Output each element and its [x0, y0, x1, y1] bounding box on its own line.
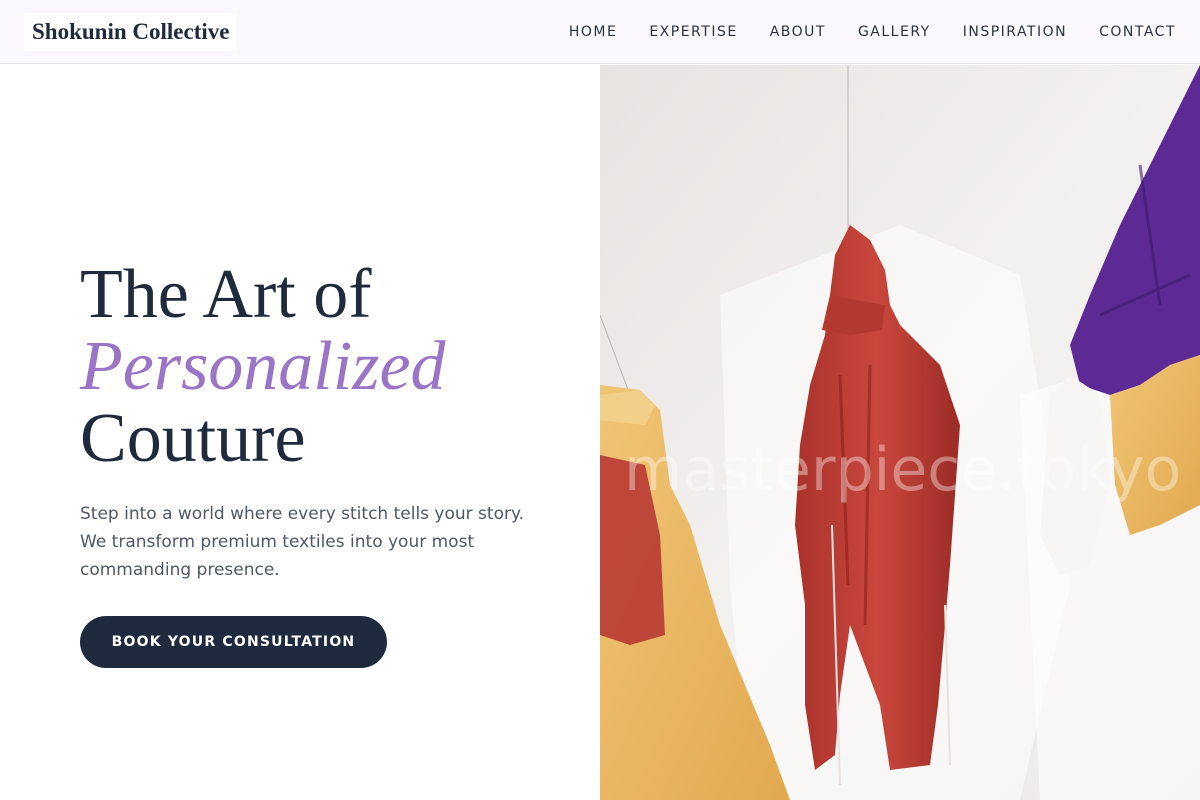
hero-text-section: The Art of Personalized Couture Step int… [0, 65, 600, 800]
nav-gallery[interactable]: GALLERY [858, 24, 931, 40]
hero-intro-text: Step into a world where every stitch tel… [80, 504, 525, 580]
hero-headline: The Art of Personalized Couture [80, 259, 446, 475]
site-header: Shokunin Collective HOME EXPERTISE ABOUT… [0, 0, 1200, 64]
brand-logo[interactable]: Shokunin Collective [24, 12, 238, 51]
nav-about[interactable]: ABOUT [770, 24, 826, 40]
headline-line-1: The Art of [80, 256, 372, 333]
hero-image: masterpiece.tokyo [600, 65, 1200, 800]
nav-inspiration[interactable]: INSPIRATION [963, 24, 1067, 40]
hanging-garments-illustration [600, 65, 1200, 800]
main-nav: HOME EXPERTISE ABOUT GALLERY INSPIRATION… [569, 24, 1176, 40]
headline-line-3: Couture [80, 400, 306, 477]
headline-accent: Personalized [80, 328, 446, 405]
nav-home[interactable]: HOME [569, 24, 617, 40]
nav-contact[interactable]: CONTACT [1099, 24, 1176, 40]
book-consultation-button[interactable]: BOOK YOUR CONSULTATION [80, 616, 387, 668]
nav-expertise[interactable]: EXPERTISE [649, 24, 737, 40]
